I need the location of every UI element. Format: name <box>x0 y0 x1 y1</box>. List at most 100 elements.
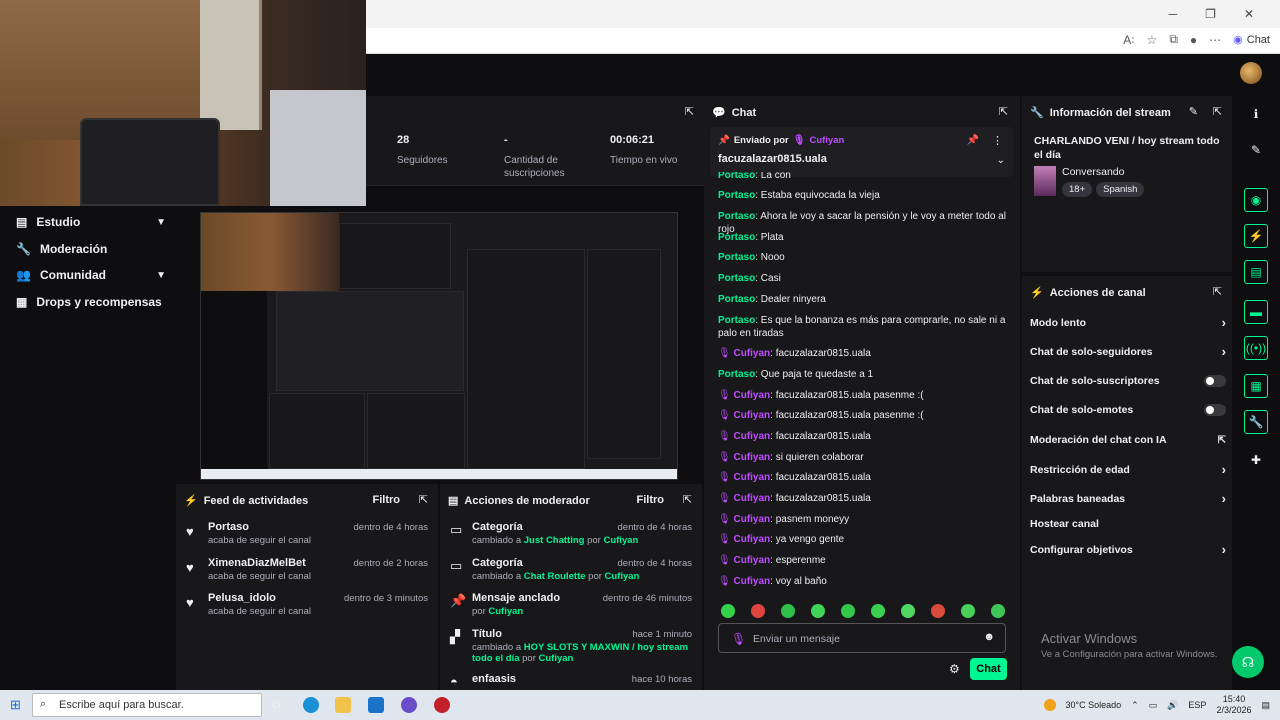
category-name[interactable]: Conversando <box>1062 166 1124 178</box>
emote-icon[interactable] <box>811 604 825 618</box>
chat-username[interactable]: Cufiyan <box>733 431 770 442</box>
chat-username[interactable]: Portaso <box>718 252 755 263</box>
file-explorer-icon[interactable] <box>335 697 351 713</box>
collections-icon[interactable]: ⧉ <box>1169 32 1178 47</box>
action-banned-words[interactable]: Palabras baneadas › <box>1030 491 1226 506</box>
emote-icon[interactable] <box>751 604 765 618</box>
taskbar-search-input[interactable]: ⌕ Escribe aquí para buscar. <box>32 693 262 717</box>
chat-username[interactable]: Cufiyan <box>733 514 770 525</box>
notifications-icon[interactable]: ▤ <box>1261 700 1270 711</box>
chat-username[interactable]: Portaso <box>718 232 755 243</box>
clock[interactable]: 15:40 2/3/2026 <box>1216 694 1251 716</box>
popout-icon[interactable]: ⇱ <box>419 493 428 506</box>
chevron-down-icon[interactable]: ⌄ <box>997 155 1005 166</box>
sidebar-item-comunidad[interactable]: 👥 Comunidad ▼ <box>16 268 166 282</box>
help-fab-button[interactable]: ☊ <box>1232 646 1264 678</box>
sidebar-item-drops[interactable]: ▦ Drops y recompensas <box>16 295 166 309</box>
tray-chevron-icon[interactable]: ⌃ <box>1131 700 1139 711</box>
action-emotes-only[interactable]: Chat de solo-emotes <box>1030 404 1226 416</box>
edge-icon[interactable] <box>303 697 319 713</box>
list-icon[interactable]: ▤ <box>1244 260 1268 284</box>
sidebar-item-estudio[interactable]: ▤ Estudio ▼ <box>16 215 166 229</box>
chat-username[interactable]: Cufiyan <box>733 555 770 566</box>
stream-preview[interactable] <box>200 212 678 480</box>
sidebar-item-moderacion[interactable]: 🔧 Moderación <box>16 242 166 256</box>
chat-username[interactable]: Cufiyan <box>733 452 770 463</box>
action-followers-only[interactable]: Chat de solo-seguidores › <box>1030 344 1226 359</box>
network-icon[interactable]: ▭ <box>1149 700 1158 711</box>
feed-filter-button[interactable]: Filtro <box>373 494 401 506</box>
edit-pencil-icon[interactable]: ✎ <box>1244 138 1268 162</box>
chat-username[interactable]: Cufiyan <box>733 534 770 545</box>
action-subscribers-only[interactable]: Chat de solo-suscriptores <box>1030 375 1226 387</box>
volume-icon[interactable]: 🔊 <box>1167 700 1178 711</box>
windows-start-icon[interactable]: ⊞ <box>10 697 21 713</box>
more-options-icon[interactable]: ⋮ <box>992 134 1003 147</box>
chat-username[interactable]: Portaso <box>718 294 755 305</box>
copilot-chat-button[interactable]: ◉ Chat <box>1233 33 1270 47</box>
minimize-icon[interactable]: ─ <box>1169 7 1178 21</box>
language-indicator[interactable]: ESP <box>1188 700 1206 710</box>
chat-bubble-icon[interactable]: ▬ <box>1244 300 1268 324</box>
popout-icon[interactable]: ⇱ <box>1213 285 1222 298</box>
popout-icon[interactable]: ⇱ <box>683 493 692 506</box>
emotes-only-toggle[interactable] <box>1204 404 1226 416</box>
profile-icon[interactable]: ● <box>1190 33 1197 47</box>
info-icon[interactable]: ℹ <box>1244 102 1268 126</box>
chat-username[interactable]: Portaso <box>718 273 755 284</box>
chat-username[interactable]: Cufiyan <box>733 493 770 504</box>
edit-pencil-icon[interactable]: ✎ <box>1189 105 1198 118</box>
obs-icon[interactable] <box>434 697 450 713</box>
emote-picker-icon[interactable]: ☻ <box>983 631 995 643</box>
chat-username[interactable]: Portaso <box>718 369 755 380</box>
chat-username[interactable]: Portaso <box>718 211 755 222</box>
emote-icon[interactable] <box>721 604 735 618</box>
emote-icon[interactable] <box>841 604 855 618</box>
emote-icon[interactable] <box>901 604 915 618</box>
chat-username[interactable]: Cufiyan <box>733 472 770 483</box>
emote-icon[interactable] <box>871 604 885 618</box>
tag[interactable]: 18+ <box>1062 182 1093 197</box>
app-icon[interactable] <box>401 697 417 713</box>
add-widget-icon[interactable]: ✚ <box>1244 448 1268 472</box>
weather-text[interactable]: 30°C Soleado <box>1066 700 1122 710</box>
avatar[interactable] <box>1240 62 1262 84</box>
chat-username[interactable]: Portaso <box>718 172 755 181</box>
close-icon[interactable]: ✕ <box>1244 7 1254 21</box>
bolt-icon[interactable]: ⚡ <box>1244 224 1268 248</box>
pinned-message[interactable]: 📌 Enviado por 🎙 Cufiyan facuzalazar0815.ual… <box>710 127 1013 177</box>
action-host-channel[interactable]: Hostear canal <box>1030 518 1226 530</box>
tag[interactable]: Spanish <box>1096 182 1145 197</box>
mail-icon[interactable] <box>368 697 384 713</box>
popout-icon[interactable]: ⇱ <box>999 105 1008 118</box>
broadcast-icon[interactable]: ((•)) <box>1244 336 1268 360</box>
emote-icon[interactable] <box>991 604 1005 618</box>
restore-icon[interactable]: ❐ <box>1205 7 1216 21</box>
chat-username[interactable]: Cufiyan <box>733 576 770 587</box>
subscribers-only-toggle[interactable] <box>1204 375 1226 387</box>
address-bar[interactable]: A꞉ ☆ ⧉ ● ⋯ ◉ Chat <box>366 28 1280 54</box>
action-slow-mode[interactable]: Modo lento › <box>1030 315 1226 330</box>
chat-username[interactable]: Portaso <box>718 190 755 201</box>
chat-settings-gear-icon[interactable]: ⚙ <box>949 662 960 676</box>
task-view-icon[interactable]: ⧉ <box>272 697 281 712</box>
popout-icon[interactable]: ⇱ <box>685 105 694 118</box>
emote-icon[interactable] <box>961 604 975 618</box>
modactions-filter-button[interactable]: Filtro <box>637 494 665 506</box>
chat-input[interactable]: 🎙 Enviar un mensaje ☻ <box>718 623 1006 653</box>
more-icon[interactable]: ⋯ <box>1209 33 1221 47</box>
favorite-star-icon[interactable]: ☆ <box>1147 33 1158 47</box>
emote-icon[interactable] <box>781 604 795 618</box>
chat-send-button[interactable]: Chat <box>970 658 1007 680</box>
emote-icon[interactable] <box>931 604 945 618</box>
action-set-goals[interactable]: Configurar objetivos › <box>1030 542 1226 557</box>
action-age-restriction[interactable]: Restricción de edad › <box>1030 462 1226 477</box>
camera-icon[interactable]: ◉ <box>1244 188 1268 212</box>
chat-username[interactable]: Portaso <box>718 315 755 326</box>
chat-username[interactable]: Cufiyan <box>733 410 770 421</box>
wrench-icon[interactable]: 🔧 <box>1244 410 1268 434</box>
category-thumbnail[interactable] <box>1034 166 1056 196</box>
read-aloud-icon[interactable]: A꞉ <box>1123 33 1134 47</box>
chat-username[interactable]: Cufiyan <box>733 390 770 401</box>
action-ai-moderation[interactable]: Moderación del chat con IA ⇱ <box>1030 434 1226 446</box>
